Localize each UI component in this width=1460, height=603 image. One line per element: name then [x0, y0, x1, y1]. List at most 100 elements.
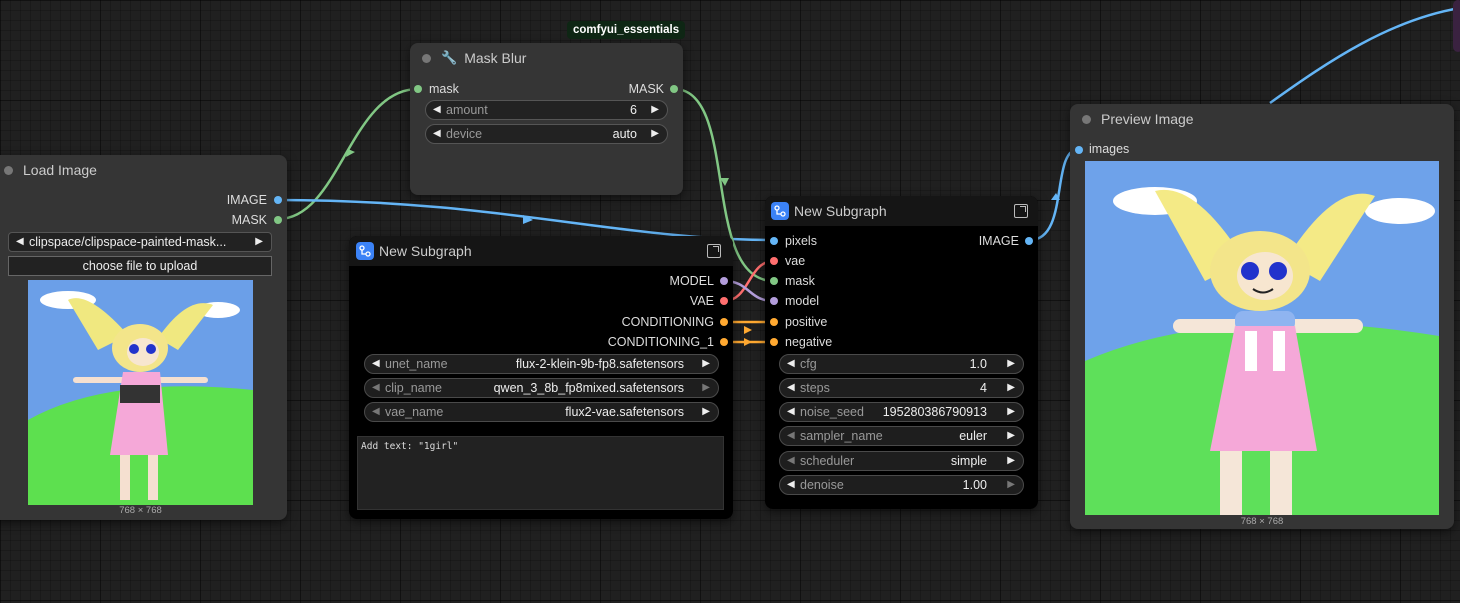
arrow-left-icon[interactable]: ◀ — [372, 379, 380, 397]
collapse-dot-icon[interactable] — [422, 53, 431, 63]
subgraph-title-bar[interactable]: New Subgraph — [765, 196, 1038, 226]
node-title: New Subgraph — [794, 203, 887, 219]
widget-value: euler — [959, 429, 987, 443]
output-image-slot[interactable] — [1025, 237, 1033, 245]
output-conditioning-label: CONDITIONING — [621, 315, 714, 329]
increment-icon[interactable]: ▶ — [1007, 476, 1015, 494]
widget-label: denoise — [800, 478, 844, 492]
input-mask-slot[interactable] — [414, 85, 422, 93]
clip-name-combo[interactable]: ◀ clip_name qwen_3_8b_fp8mixed.safetenso… — [364, 378, 719, 398]
increment-icon[interactable]: ▶ — [1007, 403, 1015, 421]
widget-value: simple — [950, 454, 987, 468]
output-conditioning-slot[interactable] — [720, 318, 728, 326]
widget-label: device — [446, 127, 483, 141]
sampler-name-combo[interactable]: ◀ sampler_name euler ▶ — [779, 426, 1024, 446]
load-image-node[interactable]: Load Image IMAGE MASK ◀ clipspace/clipsp… — [0, 155, 287, 520]
unet-name-combo[interactable]: ◀ unet_name flux-2-klein-9b-fp8.safetens… — [364, 354, 719, 374]
widget-value: auto — [612, 127, 637, 141]
input-mask-label: mask — [429, 82, 459, 96]
input-negative-slot[interactable] — [770, 338, 778, 346]
input-positive-slot[interactable] — [770, 318, 778, 326]
arrow-left-icon[interactable]: ◀ — [787, 452, 795, 470]
decrement-icon[interactable]: ◀ — [787, 403, 795, 421]
output-conditioning1-slot[interactable] — [720, 338, 728, 346]
arrow-left-icon[interactable]: ◀ — [16, 233, 24, 251]
scheduler-combo[interactable]: ◀ scheduler simple ▶ — [779, 451, 1024, 471]
cfg-widget[interactable]: ◀ cfg 1.0 ▶ — [779, 354, 1024, 374]
arrow-right-icon[interactable]: ▶ — [702, 379, 710, 397]
increment-icon[interactable]: ▶ — [1007, 355, 1015, 373]
open-subgraph-icon[interactable] — [1014, 204, 1028, 218]
device-widget[interactable]: ◀ device auto ▶ — [425, 124, 668, 144]
arrow-left-icon[interactable]: ◀ — [372, 355, 380, 373]
link-offscreen — [1269, 6, 1460, 105]
arrow-right-icon[interactable]: ▶ — [255, 233, 263, 251]
input-mask-label: mask — [785, 274, 815, 288]
node-title: Mask Blur — [464, 50, 527, 66]
arrow-right-icon[interactable]: ▶ — [702, 355, 710, 373]
open-subgraph-icon[interactable] — [707, 244, 721, 258]
decrement-icon[interactable]: ◀ — [787, 379, 795, 397]
noise-seed-widget[interactable]: ◀ noise_seed 195280386790913 ▶ — [779, 402, 1024, 422]
prompt-textarea[interactable]: Add text: "1girl" — [357, 436, 724, 510]
subgraph-loader-node[interactable]: New Subgraph MODEL VAE CONDITIONING COND… — [349, 236, 733, 519]
input-positive-label: positive — [785, 315, 828, 329]
collapse-dot-icon[interactable] — [4, 165, 13, 175]
widget-label: steps — [800, 381, 830, 395]
subgraph-icon — [771, 202, 789, 220]
amount-widget[interactable]: ◀ amount 6 ▶ — [425, 100, 668, 120]
node-title: Load Image — [23, 162, 97, 178]
preview-title-bar[interactable]: Preview Image — [1070, 104, 1454, 134]
arrow-left-icon[interactable]: ◀ — [372, 403, 380, 421]
arrow-right-icon[interactable]: ▶ — [651, 125, 659, 143]
widget-value: 195280386790913 — [882, 405, 987, 419]
input-pixels-slot[interactable] — [770, 237, 778, 245]
decrement-icon[interactable]: ◀ — [433, 101, 441, 119]
widget-label: cfg — [800, 357, 817, 371]
output-conditioning1-label: CONDITIONING_1 — [607, 335, 714, 349]
offscreen-node-edge — [1453, 0, 1460, 52]
arrow-right-icon[interactable]: ▶ — [702, 403, 710, 421]
output-model-label: MODEL — [669, 274, 714, 288]
output-model-slot[interactable] — [720, 277, 728, 285]
arrow-right-icon[interactable]: ▶ — [1007, 452, 1015, 470]
output-image-slot[interactable] — [274, 196, 282, 204]
input-images-slot[interactable] — [1075, 146, 1083, 154]
steps-widget[interactable]: ◀ steps 4 ▶ — [779, 378, 1024, 398]
input-model-label: model — [785, 294, 820, 308]
subgraph-sampler-node[interactable]: New Subgraph pixels vae mask model posit… — [765, 196, 1038, 509]
arrow-left-icon[interactable]: ◀ — [433, 125, 441, 143]
output-mask-slot[interactable] — [670, 85, 678, 93]
vae-name-combo[interactable]: ◀ vae_name flux2-vae.safetensors ▶ — [364, 402, 719, 422]
widget-label: noise_seed — [800, 405, 864, 419]
denoise-widget[interactable]: ◀ denoise 1.00 ▶ — [779, 475, 1024, 495]
load-image-title-bar[interactable]: Load Image — [0, 155, 287, 185]
input-mask-slot[interactable] — [770, 277, 778, 285]
subgraph-title-bar[interactable]: New Subgraph — [349, 236, 733, 266]
input-model-slot[interactable] — [770, 297, 778, 305]
wrench-icon: 🔧 — [441, 50, 458, 65]
input-vae-slot[interactable] — [770, 257, 778, 265]
widget-value: qwen_3_8b_fp8mixed.safetensors — [493, 381, 684, 395]
arrow-left-icon[interactable]: ◀ — [787, 427, 795, 445]
upload-button[interactable]: choose file to upload — [8, 256, 272, 276]
decrement-icon[interactable]: ◀ — [787, 355, 795, 373]
output-mask-slot[interactable] — [274, 216, 282, 224]
increment-icon[interactable]: ▶ — [1007, 379, 1015, 397]
widget-value: flux2-vae.safetensors — [565, 405, 684, 419]
input-vae-label: vae — [785, 254, 806, 268]
decrement-icon[interactable]: ◀ — [787, 476, 795, 494]
image-file-combo[interactable]: ◀ clipspace/clipspace-painted-mask... ▶ — [8, 232, 272, 252]
mask-blur-node[interactable]: 🔧 Mask Blur mask MASK ◀ amount 6 ▶ ◀ dev… — [410, 43, 683, 195]
node-title: Preview Image — [1101, 111, 1194, 127]
preview-output-image — [1085, 161, 1439, 515]
mask-blur-title-bar[interactable]: 🔧 Mask Blur — [410, 43, 683, 73]
arrow-right-icon[interactable]: ▶ — [1007, 427, 1015, 445]
widget-value: 1.00 — [962, 478, 987, 492]
output-label: IMAGE — [226, 193, 267, 207]
increment-icon[interactable]: ▶ — [651, 101, 659, 119]
preview-image-node[interactable]: Preview Image images 768 × 768 — [1070, 104, 1454, 529]
collapse-dot-icon[interactable] — [1082, 114, 1091, 124]
widget-value: 6 — [630, 103, 637, 117]
output-vae-slot[interactable] — [720, 297, 728, 305]
